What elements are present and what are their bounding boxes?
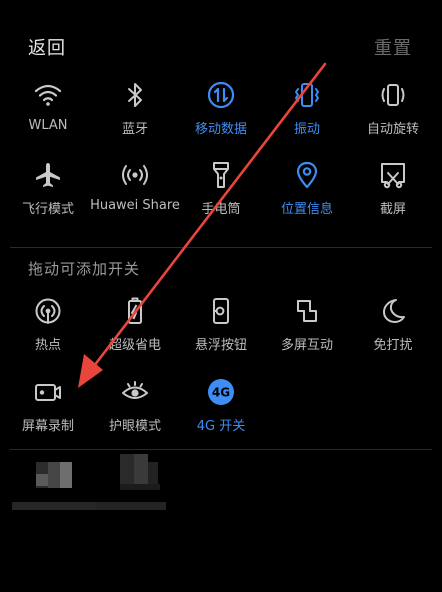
auto-rotate-icon bbox=[378, 80, 408, 110]
floating-button-icon bbox=[206, 296, 236, 326]
divider bbox=[10, 247, 432, 248]
wifi-icon bbox=[33, 80, 63, 110]
screen-record-icon bbox=[33, 377, 63, 407]
tile-bluetooth[interactable]: 蓝牙 bbox=[92, 80, 178, 154]
tile-label: 移动数据 bbox=[194, 122, 247, 137]
huawei-share-icon bbox=[120, 160, 150, 190]
tile-eye-comfort[interactable]: 护眼模式 bbox=[92, 377, 178, 451]
4g-switch-icon: 4G bbox=[206, 377, 236, 407]
tile-auto-rotate[interactable]: 自动旋转 bbox=[350, 80, 436, 154]
tile-vibrate[interactable]: 振动 bbox=[264, 80, 350, 154]
tile-4g-switch[interactable]: 4G 4G 开关 bbox=[178, 377, 264, 451]
pixelated-tile bbox=[12, 452, 96, 516]
tile-multi-screen[interactable]: 多屏互动 bbox=[264, 296, 350, 370]
tile-mobile-data[interactable]: 移动数据 bbox=[178, 80, 264, 154]
tile-battery-saver[interactable]: 超级省电 bbox=[92, 296, 178, 370]
tile-label: 自动旋转 bbox=[366, 122, 419, 137]
screenshot-icon bbox=[378, 160, 408, 190]
tile-floating-button[interactable]: 悬浮按钮 bbox=[178, 296, 264, 370]
tile-label: 蓝牙 bbox=[121, 122, 148, 137]
location-icon bbox=[292, 160, 322, 190]
eye-comfort-icon bbox=[120, 377, 150, 407]
tile-label: Huawei Share bbox=[90, 198, 180, 213]
tile-label: WLAN bbox=[28, 118, 68, 133]
divider bbox=[10, 449, 432, 450]
tile-label: 位置信息 bbox=[280, 202, 333, 217]
tile-label: 悬浮按钮 bbox=[194, 338, 247, 353]
tile-label: 护眼模式 bbox=[108, 419, 161, 434]
tile-label: 手电筒 bbox=[201, 202, 241, 217]
pixelated-tile bbox=[96, 452, 176, 516]
tile-huawei-share[interactable]: Huawei Share bbox=[90, 160, 180, 234]
tile-label: 振动 bbox=[293, 122, 320, 137]
tile-label: 免打扰 bbox=[373, 338, 413, 353]
multi-screen-icon bbox=[292, 296, 322, 326]
airplane-icon bbox=[33, 160, 63, 190]
tile-airplane-mode[interactable]: 飞行模式 bbox=[5, 160, 91, 234]
do-not-disturb-icon bbox=[378, 296, 408, 326]
flashlight-icon bbox=[206, 160, 236, 190]
section-title: 拖动可添加开关 bbox=[28, 260, 141, 278]
tile-label: 屏幕录制 bbox=[21, 419, 74, 434]
tile-label: 热点 bbox=[34, 338, 61, 353]
battery-saver-icon bbox=[120, 296, 150, 326]
tile-do-not-disturb[interactable]: 免打扰 bbox=[350, 296, 436, 370]
back-button[interactable]: 返回 bbox=[28, 34, 66, 60]
tile-label: 超级省电 bbox=[108, 338, 161, 353]
tile-flashlight[interactable]: 手电筒 bbox=[178, 160, 264, 234]
tile-label: 飞行模式 bbox=[21, 202, 74, 217]
reset-button[interactable]: 重置 bbox=[374, 34, 412, 60]
hotspot-icon bbox=[33, 296, 63, 326]
tile-location[interactable]: 位置信息 bbox=[264, 160, 350, 234]
tile-screenshot[interactable]: 截屏 bbox=[350, 160, 436, 234]
tile-wlan[interactable]: WLAN bbox=[5, 80, 91, 154]
mobile-data-icon bbox=[206, 80, 236, 110]
tile-screen-record[interactable]: 屏幕录制 bbox=[5, 377, 91, 451]
tile-hotspot[interactable]: 热点 bbox=[5, 296, 91, 370]
tile-label: 截屏 bbox=[379, 202, 406, 217]
bluetooth-icon bbox=[120, 80, 150, 110]
svg-text:4G: 4G bbox=[212, 386, 230, 400]
vibrate-icon bbox=[292, 80, 322, 110]
tile-label: 4G 开关 bbox=[196, 419, 246, 434]
header: 返回 重置 bbox=[0, 0, 442, 92]
tile-label: 多屏互动 bbox=[280, 338, 333, 353]
